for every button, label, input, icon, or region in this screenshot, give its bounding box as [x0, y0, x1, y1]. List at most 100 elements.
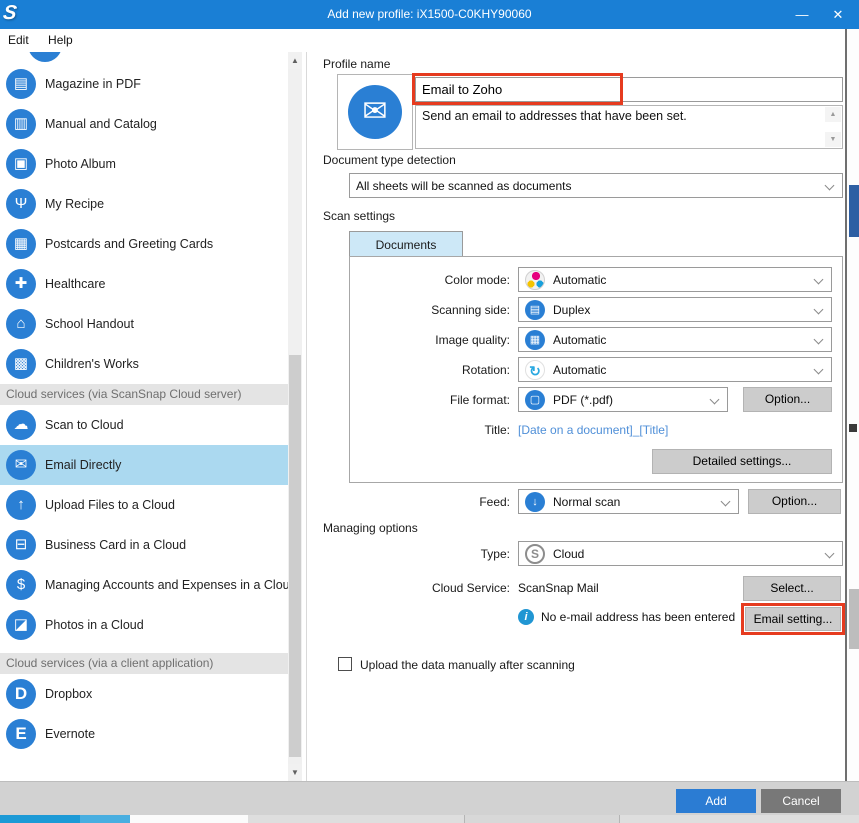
profile-description-text: Send an email to addresses that have bee… [422, 109, 687, 123]
sidebar-item-healthcare[interactable]: ✚Healthcare [0, 264, 288, 304]
type-label: Type: [330, 547, 510, 561]
cloud-service-select-button[interactable]: Select... [743, 576, 841, 601]
cancel-button[interactable]: Cancel [761, 789, 841, 813]
sidebar-item-dropbox[interactable]: DDropbox [0, 674, 288, 714]
file-format-dropdown[interactable]: ▢ PDF (*.pdf) [518, 387, 728, 412]
sidebar-item-business-card-in-a-cloud[interactable]: ⊟Business Card in a Cloud [0, 525, 288, 565]
managing-options-label: Managing options [323, 521, 418, 535]
sidebar-item-postcards-and-greeting-cards[interactable]: ▦Postcards and Greeting Cards [0, 224, 288, 264]
background-window-right-sliver [845, 29, 859, 781]
rotation-value: Automatic [553, 363, 606, 377]
sidebar-item-evernote[interactable]: E Evernote [0, 714, 288, 754]
close-button[interactable]: ✕ [821, 0, 855, 29]
magazine-icon: ▤ [6, 69, 36, 99]
sidebar-item-children-s-works[interactable]: ▩Children's Works [0, 344, 288, 384]
recipe-icon: Ψ [6, 189, 36, 219]
window-title: Add new profile: iX1500-C0KHY90060 [0, 7, 859, 21]
cloud-type-icon: S [525, 544, 545, 564]
feed-label: Feed: [330, 495, 510, 509]
chevron-down-icon [721, 497, 731, 507]
email-setting-button[interactable]: Email setting... [745, 607, 841, 631]
background-window-fragment [248, 815, 465, 823]
scrollbar-thumb[interactable] [289, 355, 301, 757]
chevron-down-icon [814, 275, 824, 285]
description-scroll-down-icon[interactable]: ▼ [825, 132, 841, 147]
sidebar-item-label: Healthcare [45, 277, 105, 291]
chevron-down-icon [814, 305, 824, 315]
upload-cloud-icon: ↑ [6, 490, 36, 520]
chevron-down-icon [825, 549, 835, 559]
sidebar-item-label: School Handout [45, 317, 134, 331]
chevron-down-icon [825, 181, 835, 191]
add-new-profile-dialog: S Add new profile: iX1500-C0KHY90060 — ✕… [0, 0, 859, 823]
type-value: Cloud [553, 547, 584, 561]
profile-icon-box[interactable]: ✉ [337, 74, 413, 150]
scanning-side-dropdown[interactable]: ▤Duplex [518, 297, 832, 322]
sidebar-item-label: Photos in a Cloud [45, 618, 144, 632]
sidebar-item-managing-accounts-and-expenses-in-a-cloud[interactable]: $Managing Accounts and Expenses in a Clo… [0, 565, 288, 605]
sidebar-item-magazine-in-pdf[interactable]: ▤ Magazine in PDF [0, 64, 288, 104]
document-type-dropdown[interactable]: All sheets will be scanned as documents [349, 173, 843, 198]
sidebar-item-label: Evernote [45, 727, 95, 741]
background-window-fragment [849, 424, 857, 432]
image-quality-dropdown[interactable]: ▦ Automatic [518, 327, 832, 352]
detailed-settings-button[interactable]: Detailed settings... [652, 449, 832, 474]
sidebar-item-photos-in-a-cloud[interactable]: ◪ Photos in a Cloud [0, 605, 288, 645]
section-header-cloud-services-via-a-client-application: Cloud services (via a client application… [0, 653, 288, 674]
tab-documents[interactable]: Documents [349, 231, 463, 257]
scan-settings-label: Scan settings [323, 209, 395, 223]
feed-dropdown[interactable]: ↓ Normal scan [518, 489, 739, 514]
sidebar-item-label: Children's Works [45, 357, 139, 371]
background-window-bottom-strip [0, 815, 859, 823]
background-window-fragment [130, 815, 248, 823]
profile-list-scrollbar[interactable]: ▲ ▼ [288, 52, 302, 781]
sidebar-item-manual-and-catalog[interactable]: ▥Manual and Catalog [0, 104, 288, 144]
sidebar-item-my-recipe[interactable]: ΨMy Recipe [0, 184, 288, 224]
scanning-side-label: Scanning side: [330, 303, 510, 317]
menu-edit[interactable]: Edit [0, 29, 37, 47]
photos-cloud-icon: ◪ [6, 610, 36, 640]
profile-name-input[interactable] [415, 77, 843, 102]
sidebar-item-label: Magazine in PDF [45, 77, 141, 91]
profile-description-field[interactable]: Send an email to addresses that have bee… [415, 105, 843, 149]
upload-manually-checkbox[interactable] [338, 657, 352, 671]
file-format-label: File format: [330, 393, 510, 407]
title-bar: S Add new profile: iX1500-C0KHY90060 — ✕ [0, 0, 859, 29]
type-dropdown[interactable]: S Cloud [518, 541, 843, 566]
sidebar-item-photo-album[interactable]: ▣Photo Album [0, 144, 288, 184]
sidebar-item-upload-files-to-a-cloud[interactable]: ↑ Upload Files to a Cloud [0, 485, 288, 525]
document-type-detection-label: Document type detection [323, 153, 456, 167]
menu-bar: Edit Help [0, 29, 845, 52]
sidebar-item-label: Email Directly [45, 458, 121, 472]
background-window-fragment [849, 185, 859, 237]
minimize-button[interactable]: — [785, 0, 819, 29]
feed-option-button[interactable]: Option... [748, 489, 841, 514]
image-quality-icon: ▦ [525, 330, 545, 350]
cloud-service-label: Cloud Service: [330, 581, 510, 595]
rotation-dropdown[interactable]: ↻Automatic [518, 357, 832, 382]
description-scroll-up-icon[interactable]: ▲ [825, 107, 841, 122]
evernote-icon: E [6, 719, 36, 749]
email-notice-text: No e-mail address has been entered [541, 610, 735, 624]
menu-help[interactable]: Help [40, 29, 81, 47]
sidebar-item-email-directly[interactable]: ✉Email Directly [0, 445, 288, 485]
sidebar-item-label: Postcards and Greeting Cards [45, 237, 213, 251]
business-card-icon: ⊟ [6, 530, 36, 560]
file-format-option-button[interactable]: Option... [743, 387, 832, 412]
feed-value: Normal scan [553, 495, 620, 509]
scroll-up-icon[interactable]: ▲ [288, 52, 302, 69]
sidebar-item-label: Managing Accounts and Expenses in a Clou… [45, 578, 288, 592]
scan-to-cloud-icon: ☁ [6, 410, 36, 440]
email-profile-icon: ✉ [348, 85, 402, 139]
sidebar-item-label: Manual and Catalog [45, 117, 157, 131]
color-mode-dropdown[interactable]: Automatic [518, 267, 832, 292]
image-quality-value: Automatic [553, 333, 606, 347]
partially-scrolled-profile-icon [28, 52, 62, 62]
sidebar-item-scan-to-cloud[interactable]: ☁Scan to Cloud [0, 405, 288, 445]
dropbox-icon: D [6, 679, 36, 709]
title-template-value[interactable]: [Date on a document]_[Title] [518, 423, 668, 437]
add-button[interactable]: Add [676, 789, 756, 813]
scroll-down-icon[interactable]: ▼ [288, 764, 302, 781]
sidebar-item-school-handout[interactable]: ⌂School Handout [0, 304, 288, 344]
sidebar-item-label: Upload Files to a Cloud [45, 498, 175, 512]
